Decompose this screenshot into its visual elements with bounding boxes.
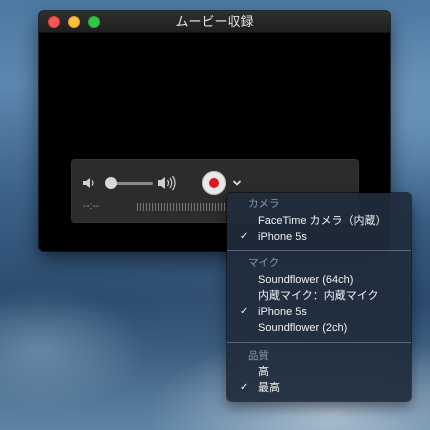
menu-item-label: 高 [258, 366, 269, 378]
menu-separator [227, 342, 411, 343]
volume-high-icon[interactable] [157, 173, 179, 193]
mic-section-header: マイク [248, 257, 280, 269]
menu-item-label: iPhone 5s [258, 231, 307, 243]
menu-item-label: Soundflower (2ch) [258, 322, 348, 334]
time-display: --:-- [83, 201, 100, 212]
quality-section-header: 品質 [248, 350, 269, 362]
record-button[interactable] [202, 171, 226, 195]
menu-item-label: iPhone 5s [258, 306, 307, 318]
volume-slider-knob[interactable] [105, 177, 117, 189]
menu-item-label: 最高 [258, 382, 280, 394]
menu-separator [227, 250, 411, 251]
record-icon [209, 178, 219, 188]
audio-level-meter [137, 203, 233, 211]
volume-low-icon[interactable] [82, 176, 96, 190]
menu-item-quality-high[interactable]: 高 [227, 364, 411, 380]
menu-item-quality-max[interactable]: ✓ 最高 [227, 380, 411, 396]
check-icon: ✓ [240, 231, 249, 242]
check-icon: ✓ [240, 382, 249, 393]
title-bar[interactable]: ムービー収録 [39, 11, 390, 33]
camera-section-header: カメラ [248, 198, 280, 210]
menu-item-camera-iphone[interactable]: ✓ iPhone 5s [227, 229, 411, 245]
menu-item-label: 内蔵マイク：内蔵マイク [258, 290, 379, 302]
menu-item-label: FaceTime カメラ（内蔵） [258, 215, 387, 227]
chevron-down-icon[interactable] [232, 179, 242, 187]
menu-item-camera-facetime[interactable]: FaceTime カメラ（内蔵） [227, 213, 411, 229]
window-title: ムービー収録 [175, 14, 254, 29]
menu-item-mic-internal[interactable]: 内蔵マイク：内蔵マイク [227, 288, 411, 304]
check-icon: ✓ [240, 306, 249, 317]
menu-item-mic-soundflower-2[interactable]: Soundflower (2ch) [227, 320, 411, 336]
menu-item-mic-iphone[interactable]: ✓ iPhone 5s [227, 304, 411, 320]
menu-item-label: Soundflower (64ch) [258, 274, 354, 286]
source-options-menu: カメラ FaceTime カメラ（内蔵） ✓ iPhone 5s マイク Sou… [227, 193, 411, 401]
menu-item-mic-soundflower-64[interactable]: Soundflower (64ch) [227, 272, 411, 288]
